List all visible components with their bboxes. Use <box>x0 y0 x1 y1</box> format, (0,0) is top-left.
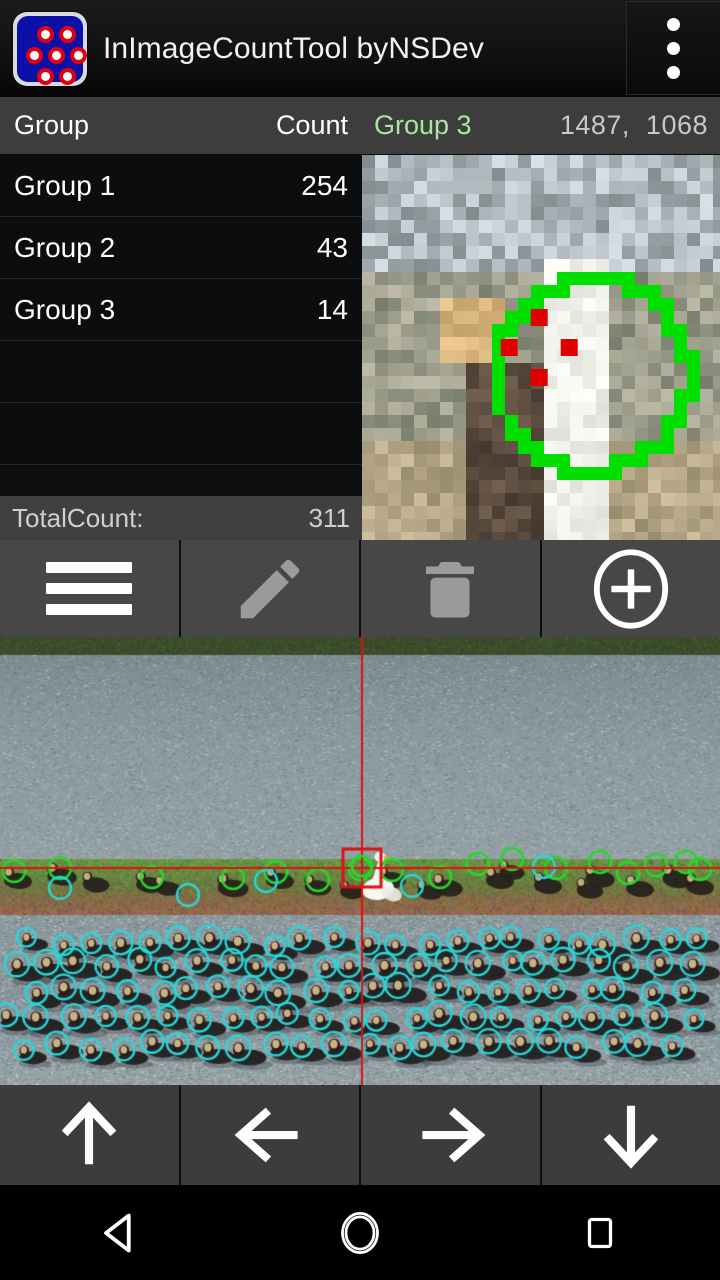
column-header-count: Count <box>275 110 348 140</box>
pan-right-button[interactable] <box>361 1085 542 1185</box>
column-header-group: Group <box>14 110 90 140</box>
cursor-coordinates: 1487, 1068 <box>560 110 708 141</box>
magnifier-panel: Group 3 1487, 1068 <box>362 97 720 540</box>
logo-dot-icon <box>37 25 54 43</box>
arrow-up-icon <box>61 1101 117 1165</box>
hamburger-icon <box>46 552 133 625</box>
table-row[interactable]: Group 3 14 <box>0 279 362 341</box>
table-header: Group Count <box>0 97 362 155</box>
pan-left-button[interactable] <box>181 1085 361 1185</box>
triangle-back-icon <box>104 1213 131 1252</box>
group-count: 43 <box>316 231 348 263</box>
title-bar: InImageCountTool byNSDev <box>0 0 720 97</box>
pan-controls <box>0 1085 720 1185</box>
table-row-empty[interactable] <box>0 341 362 403</box>
annotated-photo[interactable] <box>0 637 720 1085</box>
android-home-button[interactable] <box>300 1185 420 1280</box>
android-recents-button[interactable] <box>540 1185 660 1280</box>
magnifier-header: Group 3 1487, 1068 <box>362 97 720 155</box>
logo-dot-icon <box>70 46 87 64</box>
coord-y-value: 1068 <box>645 110 708 140</box>
logo-dot-icon <box>59 67 76 85</box>
arrow-left-icon <box>234 1107 298 1163</box>
pencil-icon <box>240 559 300 618</box>
total-count-label: TotalCount: <box>12 502 144 533</box>
android-navigation-bar <box>0 1185 720 1280</box>
coord-separator: , <box>621 110 630 140</box>
arrow-right-icon <box>422 1107 486 1163</box>
group-name: Group 3 <box>14 293 116 325</box>
magnified-canvas[interactable] <box>362 155 720 540</box>
trash-icon <box>426 561 475 617</box>
circle-home-icon <box>341 1211 379 1254</box>
table-row[interactable]: Group 2 43 <box>0 217 362 279</box>
active-group-label: Group 3 <box>374 110 472 140</box>
overflow-dot-icon <box>667 17 680 31</box>
logo-dot-icon <box>37 67 54 85</box>
overflow-menu-button[interactable] <box>626 1 720 95</box>
group-count: 14 <box>316 293 348 325</box>
coord-x-value: 1487 <box>559 110 622 140</box>
group-list: Group 1 254 Group 2 43 Group 3 14 <box>0 155 362 465</box>
group-table-panel: Group Count Group 1 254 Group 2 43 Group 3 14… <box>0 97 362 540</box>
overflow-dot-icon <box>667 41 680 55</box>
square-recents-icon <box>587 1217 613 1248</box>
main-image-canvas[interactable] <box>0 637 720 1085</box>
plus-circle-icon <box>593 548 668 629</box>
group-name: Group 1 <box>14 169 116 201</box>
magnified-view[interactable] <box>362 155 720 540</box>
app-logo-icon <box>13 11 87 86</box>
delete-button[interactable] <box>361 540 542 637</box>
app-root: InImageCountTool byNSDev Group Count Gro… <box>0 0 720 1280</box>
pan-down-button[interactable] <box>542 1085 720 1185</box>
table-row-empty[interactable] <box>0 403 362 465</box>
logo-dot-icon <box>26 46 43 64</box>
logo-dot-icon <box>48 46 65 64</box>
pan-up-button[interactable] <box>0 1085 181 1185</box>
page-title: InImageCountTool byNSDev <box>103 31 484 65</box>
arrow-down-icon <box>603 1105 659 1169</box>
panels-row: Group Count Group 1 254 Group 2 43 Group 3 14… <box>0 97 720 540</box>
group-count: 254 <box>301 169 348 201</box>
overflow-dot-icon <box>667 65 680 79</box>
group-name: Group 2 <box>14 231 116 263</box>
table-row[interactable]: Group 1 254 <box>0 155 362 217</box>
android-back-button[interactable] <box>60 1185 180 1280</box>
action-toolbar <box>0 540 720 637</box>
menu-button[interactable] <box>0 540 181 637</box>
edit-button[interactable] <box>181 540 361 637</box>
total-count-row: TotalCount: 311 <box>0 495 362 540</box>
add-button[interactable] <box>542 540 720 637</box>
total-count-value: 311 <box>308 502 350 533</box>
logo-dot-icon <box>59 25 76 43</box>
